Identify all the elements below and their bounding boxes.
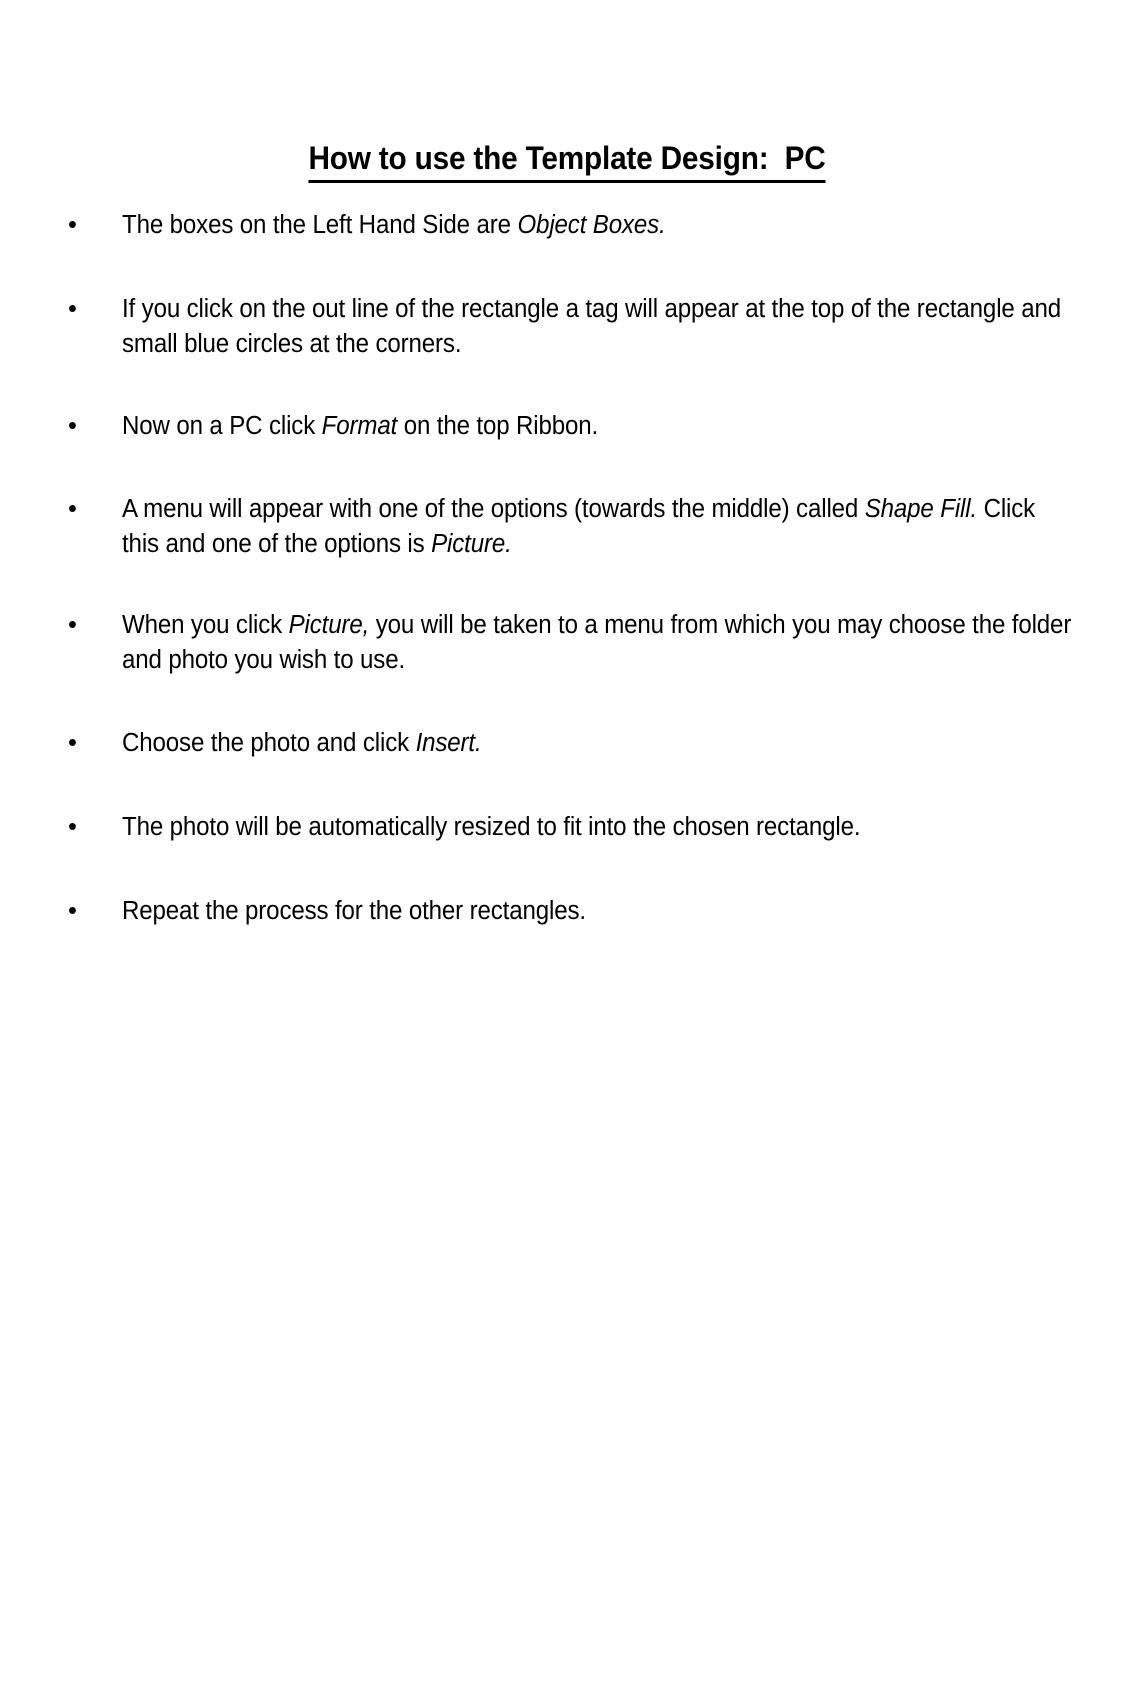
plain-text: The photo will be automatically resized … bbox=[122, 813, 861, 841]
list-item: • Repeat the process for the other recta… bbox=[0, 894, 1134, 929]
plain-text: A menu will appear with one of the optio… bbox=[122, 495, 865, 523]
list-item: • A menu will appear with one of the opt… bbox=[0, 492, 1134, 562]
document-page: How to use the Template Design: PC • The… bbox=[0, 0, 1134, 1701]
list-item-text: If you click on the out line of the rect… bbox=[122, 292, 1074, 362]
emphasis-text: Shape Fill. bbox=[864, 495, 978, 523]
bullet-marker: • bbox=[68, 729, 77, 757]
bullet-marker: • bbox=[68, 897, 77, 925]
list-item: • The photo will be automatically resize… bbox=[0, 810, 1134, 845]
list-item: • Now on a PC click Format on the top Ri… bbox=[0, 409, 1134, 444]
plain-text: Repeat the process for the other rectang… bbox=[122, 897, 586, 925]
emphasis-text: Format bbox=[321, 412, 398, 440]
emphasis-text: Insert. bbox=[415, 729, 482, 757]
list-item: • When you click Picture, you will be ta… bbox=[0, 608, 1134, 678]
list-item-text: Now on a PC click Format on the top Ribb… bbox=[122, 409, 1074, 444]
plain-text: on the top Ribbon. bbox=[397, 412, 599, 440]
page-title: How to use the Template Design: PC bbox=[0, 139, 1134, 183]
plain-text: If you click on the out line of the rect… bbox=[122, 295, 1062, 358]
bullet-marker: • bbox=[68, 611, 77, 639]
plain-text: Choose the photo and click bbox=[122, 729, 416, 757]
plain-text: When you click bbox=[122, 611, 289, 639]
list-item-text: Choose the photo and click Insert. bbox=[122, 726, 1074, 761]
list-item-text: When you click Picture, you will be take… bbox=[122, 608, 1074, 678]
emphasis-text: Picture, bbox=[288, 611, 370, 639]
bullet-marker: • bbox=[68, 295, 77, 323]
list-item-text: The boxes on the Left Hand Side are Obje… bbox=[122, 208, 1074, 243]
list-item-text: Repeat the process for the other rectang… bbox=[122, 894, 1074, 929]
plain-text: The boxes on the Left Hand Side are bbox=[122, 211, 518, 239]
list-item-text: The photo will be automatically resized … bbox=[122, 810, 1074, 845]
list-item: • Choose the photo and click Insert. bbox=[0, 726, 1134, 761]
bullet-marker: • bbox=[68, 211, 77, 239]
emphasis-text: Picture. bbox=[431, 530, 512, 558]
page-title-text: How to use the Template Design: PC bbox=[308, 139, 826, 183]
plain-text: Now on a PC click bbox=[122, 412, 322, 440]
list-item: • The boxes on the Left Hand Side are Ob… bbox=[0, 208, 1134, 243]
list-item-text: A menu will appear with one of the optio… bbox=[122, 492, 1074, 562]
instruction-list: • The boxes on the Left Hand Side are Ob… bbox=[0, 208, 1134, 929]
bullet-marker: • bbox=[68, 495, 77, 523]
bullet-marker: • bbox=[68, 813, 77, 841]
emphasis-text: Object Boxes. bbox=[517, 211, 666, 239]
bullet-marker: • bbox=[68, 412, 77, 440]
list-item: • If you click on the out line of the re… bbox=[0, 292, 1134, 362]
